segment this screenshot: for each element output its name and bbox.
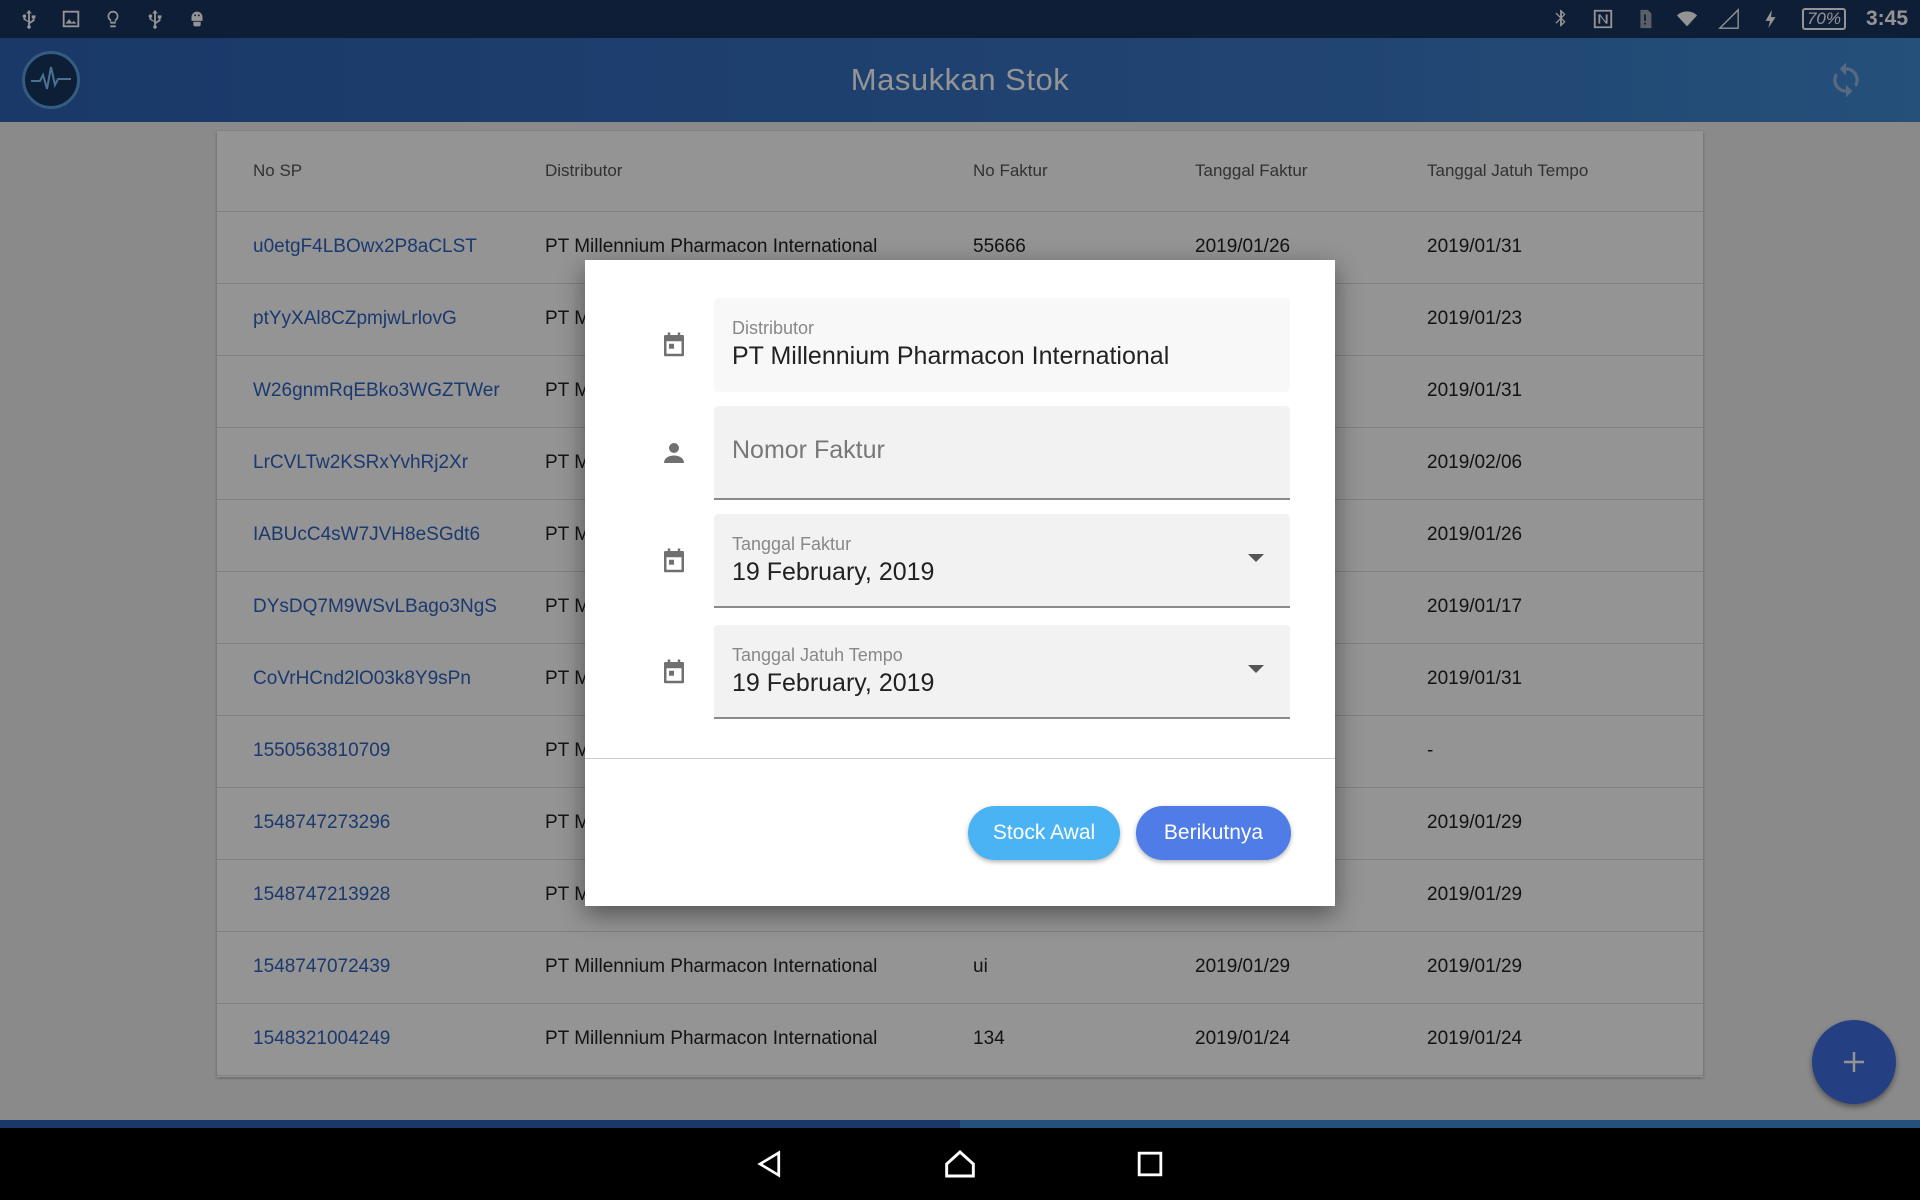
tanggal-faktur-row: Tanggal Faktur 19 February, 2019 <box>585 514 1335 608</box>
tanggal-jatuh-tempo-select[interactable]: Tanggal Jatuh Tempo 19 February, 2019 <box>714 625 1290 719</box>
recents-button[interactable] <box>1130 1144 1170 1184</box>
tanggal-faktur-label: Tanggal Faktur <box>732 534 852 554</box>
distributor-field[interactable]: Distributor PT Millennium Pharmacon Inte… <box>714 298 1290 392</box>
nomor-faktur-row: Nomor Faktur <box>585 406 1335 500</box>
distributor-value: PT Millennium Pharmacon International <box>732 342 1170 370</box>
tanggal-faktur-value: 19 February, 2019 <box>732 558 935 586</box>
back-icon <box>757 1150 781 1178</box>
dropdown-arrow-icon <box>1248 554 1264 562</box>
navigation-bar <box>0 1128 1920 1200</box>
berikutnya-button[interactable]: Berikutnya <box>1136 806 1291 860</box>
recents-icon <box>1137 1151 1163 1177</box>
tanggal-jatuh-tempo-row: Tanggal Jatuh Tempo 19 February, 2019 <box>585 625 1335 719</box>
nomor-faktur-input[interactable]: Nomor Faktur <box>714 406 1290 500</box>
nomor-faktur-placeholder: Nomor Faktur <box>732 436 885 464</box>
dialog-divider <box>585 758 1335 759</box>
home-button[interactable] <box>940 1144 980 1184</box>
person-icon <box>657 436 691 470</box>
calendar-icon <box>657 328 691 362</box>
distributor-label: Distributor <box>732 318 815 338</box>
distributor-row: Distributor PT Millennium Pharmacon Inte… <box>585 298 1335 392</box>
tanggal-jatuh-tempo-label: Tanggal Jatuh Tempo <box>732 645 903 665</box>
tanggal-faktur-select[interactable]: Tanggal Faktur 19 February, 2019 <box>714 514 1290 608</box>
input-stock-dialog: Distributor PT Millennium Pharmacon Inte… <box>585 260 1335 906</box>
calendar-icon <box>657 655 691 689</box>
back-button[interactable] <box>750 1144 790 1184</box>
stock-awal-button[interactable]: Stock Awal <box>968 806 1120 860</box>
home-icon <box>945 1150 975 1178</box>
dropdown-arrow-icon <box>1248 665 1264 673</box>
calendar-icon <box>657 544 691 578</box>
tanggal-jatuh-tempo-value: 19 February, 2019 <box>732 669 935 697</box>
